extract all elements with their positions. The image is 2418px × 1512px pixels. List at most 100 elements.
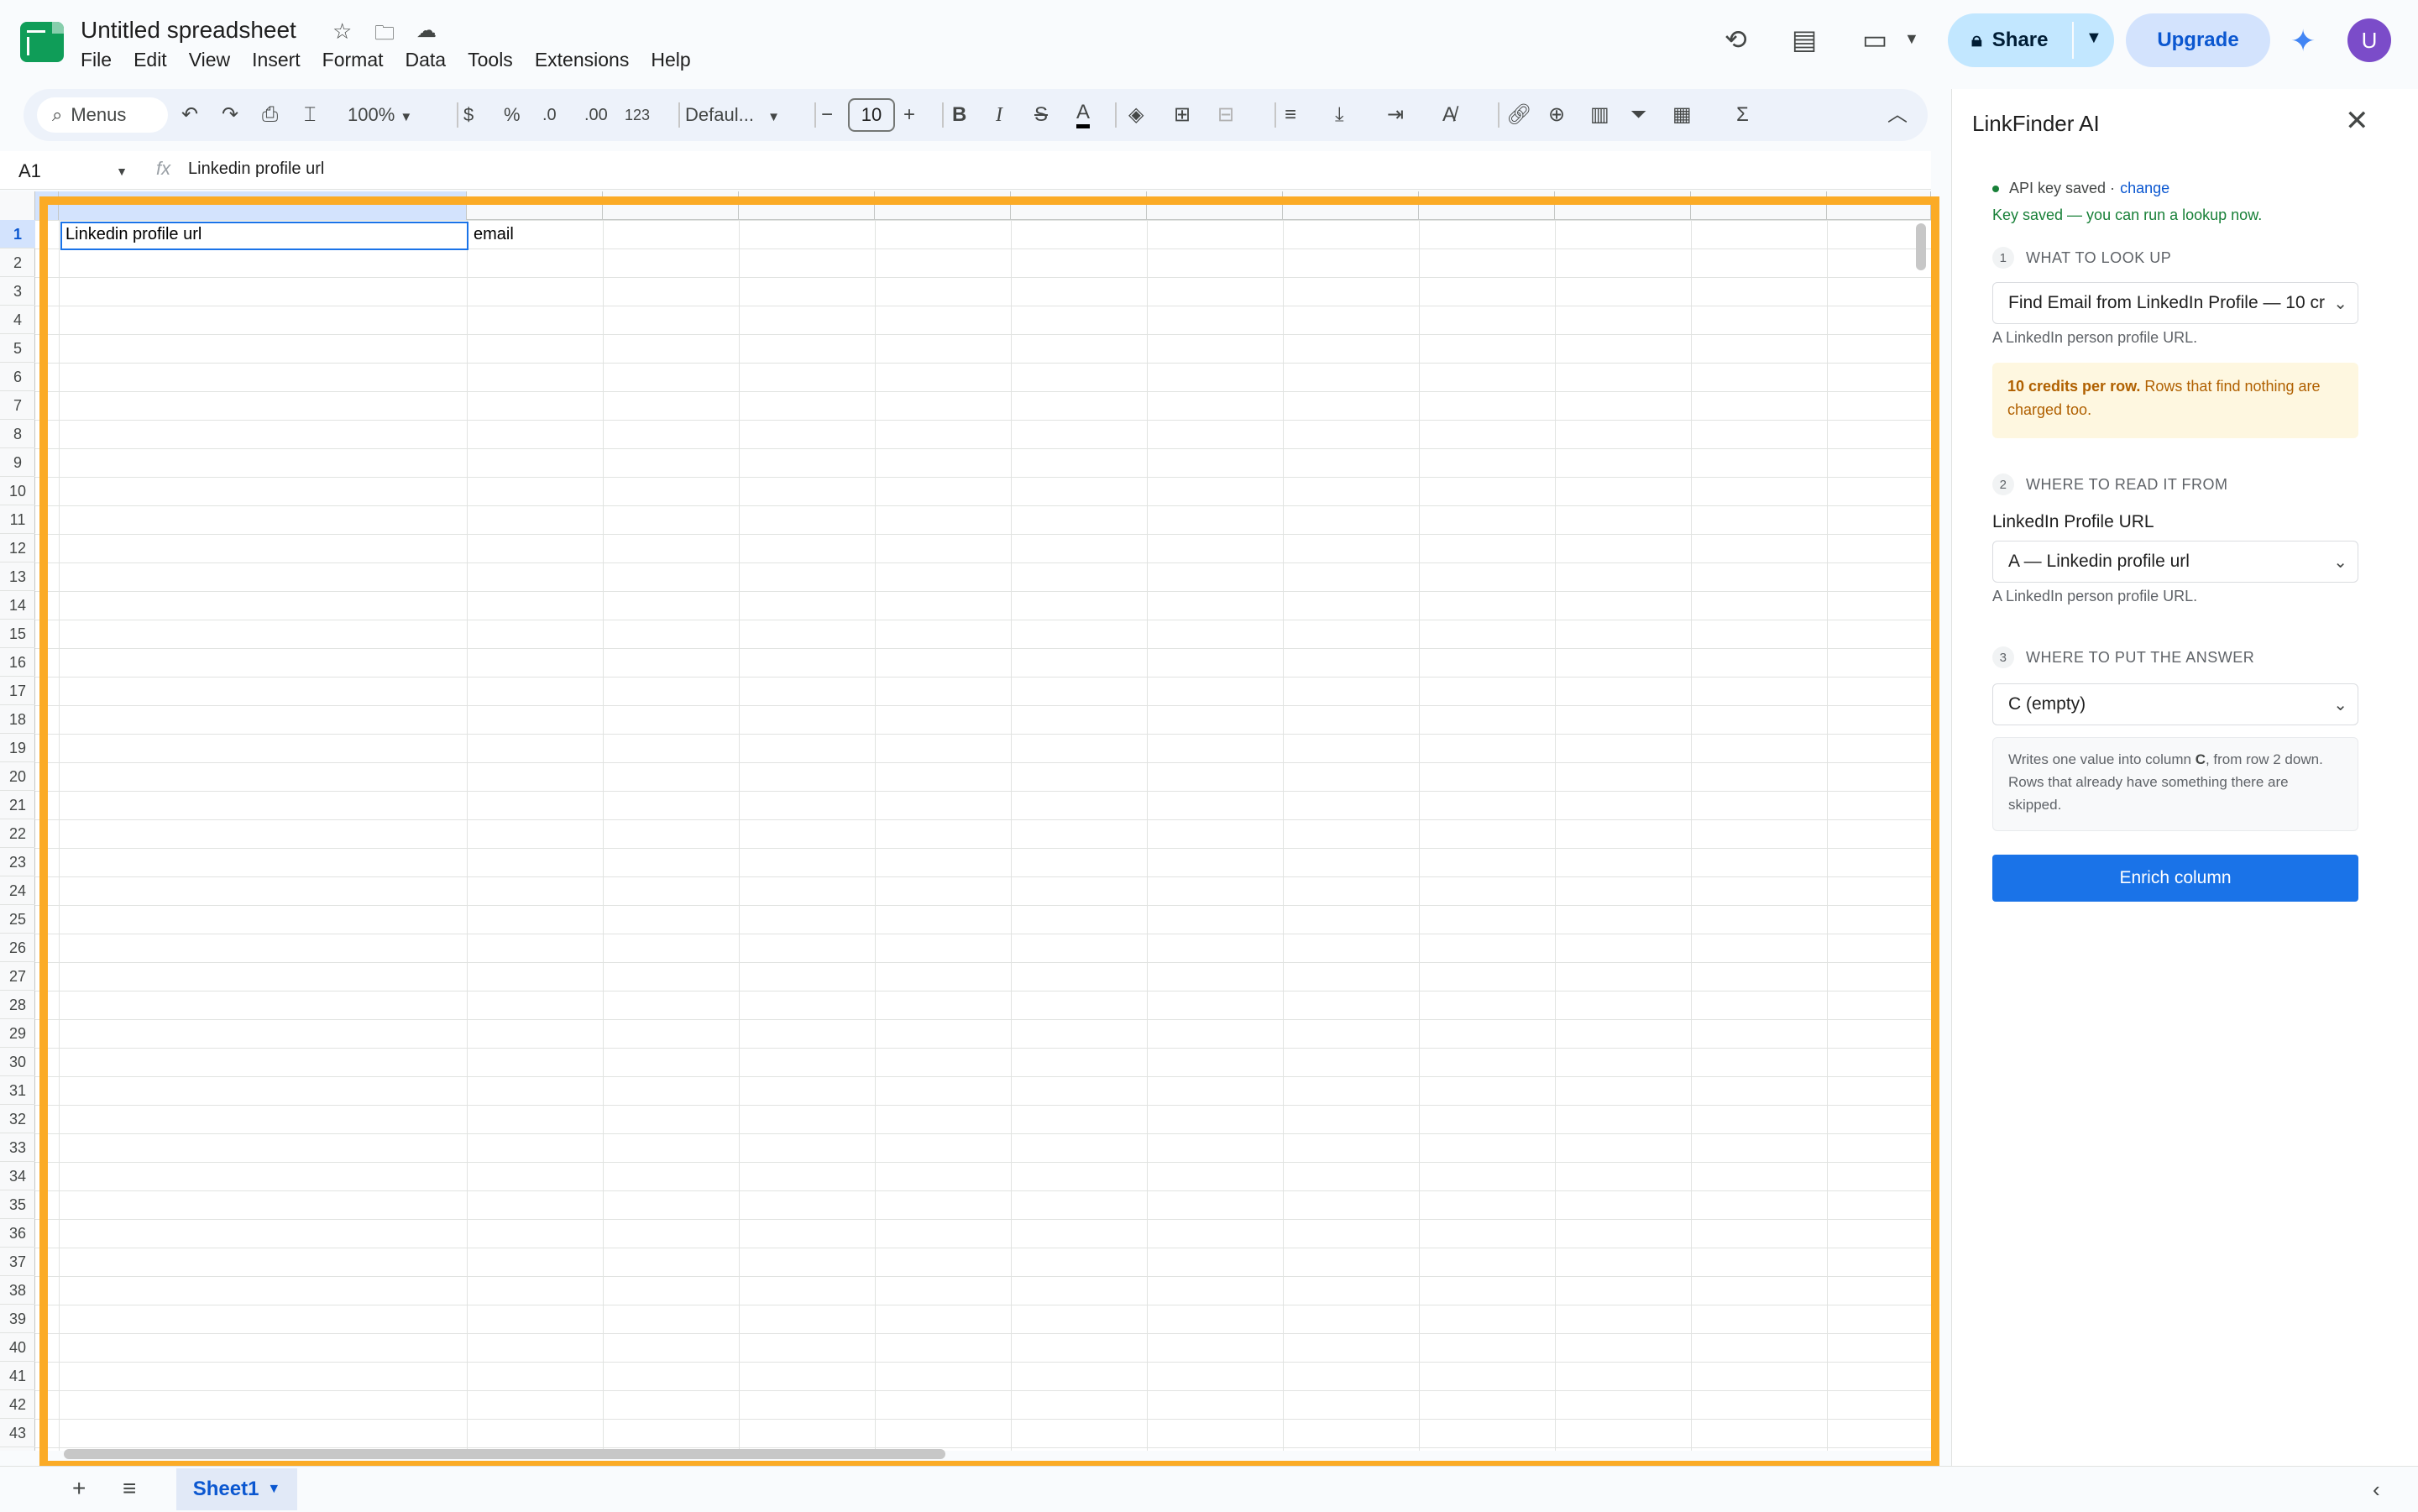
bold-icon[interactable]: B — [952, 101, 966, 129]
row-header[interactable]: 31 — [0, 1076, 35, 1105]
star-icon[interactable]: ☆ — [332, 18, 352, 44]
column-header-b[interactable] — [467, 191, 603, 220]
row-header[interactable]: 25 — [0, 905, 35, 934]
enrich-column-button[interactable]: Enrich column — [1992, 855, 2358, 902]
document-title[interactable]: Untitled spreadsheet — [81, 17, 296, 44]
column-header-i[interactable] — [1419, 191, 1555, 220]
print-icon[interactable]: ⎙ — [262, 101, 278, 129]
select-all-corner[interactable] — [35, 191, 59, 220]
change-api-key-link[interactable]: change — [2120, 180, 2169, 197]
row-header[interactable]: 10 — [0, 477, 35, 505]
row-header[interactable]: 22 — [0, 819, 35, 848]
vertical-align-icon[interactable]: ⤓ — [1335, 101, 1344, 129]
row-header[interactable]: 7 — [0, 391, 35, 420]
menus-search[interactable]: ⌕ Menus — [37, 97, 168, 133]
spreadsheet-grid[interactable]: 1 2 3 4 5 6 7 8 9 10 11 12 13 14 15 16 17 18 19 20 21 22 23 24 2… — [0, 191, 1931, 1451]
filter-icon[interactable]: ⏷ — [1630, 101, 1646, 129]
row-header[interactable]: 42 — [0, 1390, 35, 1419]
row-header[interactable]: 19 — [0, 734, 35, 762]
row-header[interactable]: 11 — [0, 505, 35, 534]
meet-dropdown-icon[interactable]: ▼ — [1904, 30, 1919, 48]
source-column-select[interactable]: A — Linkedin profile url ⌄ — [1992, 541, 2358, 583]
cell-b1[interactable]: email — [474, 222, 514, 247]
merge-cells-icon[interactable]: ⊟ — [1217, 101, 1234, 129]
add-sheet-icon[interactable]: + — [72, 1475, 86, 1502]
undo-icon[interactable]: ↶ — [181, 101, 198, 129]
insert-comment-icon[interactable]: ⊕ — [1548, 101, 1565, 129]
insert-chart-icon[interactable]: ▥ — [1590, 101, 1609, 129]
decrease-font-size-icon[interactable]: − — [821, 101, 833, 129]
menu-format[interactable]: Format — [322, 49, 384, 71]
row-header[interactable]: 8 — [0, 420, 35, 448]
italic-icon[interactable]: I — [996, 101, 1002, 129]
row-header[interactable]: 26 — [0, 934, 35, 962]
menu-extensions[interactable]: Extensions — [535, 49, 630, 71]
close-icon[interactable]: ✕ — [2345, 104, 2369, 138]
menu-help[interactable]: Help — [651, 49, 690, 71]
row-header[interactable]: 16 — [0, 648, 35, 677]
row-header[interactable]: 21 — [0, 791, 35, 819]
row-header[interactable]: 40 — [0, 1333, 35, 1362]
collapse-toolbar-icon[interactable]: ︿ — [1887, 101, 1908, 129]
row-header[interactable]: 2 — [0, 249, 35, 277]
row-header[interactable]: 28 — [0, 991, 35, 1019]
meet-icon[interactable]: ▭ — [1862, 24, 1887, 55]
collapse-side-panel-icon[interactable]: ‹ — [2373, 1477, 2380, 1503]
row-header[interactable]: 41 — [0, 1362, 35, 1390]
all-sheets-icon[interactable]: ≡ — [123, 1475, 136, 1502]
strikethrough-icon[interactable]: S — [1034, 101, 1048, 129]
column-header-j[interactable] — [1555, 191, 1691, 220]
row-header[interactable]: 1 — [0, 220, 35, 249]
column-header-e[interactable] — [875, 191, 1011, 220]
menu-edit[interactable]: Edit — [133, 49, 167, 71]
sheet-tab-caret-icon[interactable]: ▼ — [267, 1482, 280, 1497]
column-header-d[interactable] — [739, 191, 875, 220]
row-header[interactable]: 39 — [0, 1305, 35, 1333]
currency-button[interactable]: $ — [463, 101, 474, 129]
column-header-l[interactable] — [1827, 191, 1931, 220]
filter-views-icon[interactable]: ▦ — [1672, 101, 1692, 129]
insert-link-icon[interactable]: 🔗︎ — [1506, 101, 1531, 129]
sheets-logo-icon[interactable] — [20, 22, 64, 62]
menu-tools[interactable]: Tools — [468, 49, 513, 71]
row-header[interactable]: 35 — [0, 1190, 35, 1219]
font-size-input[interactable]: 10 — [848, 98, 895, 132]
row-header[interactable]: 38 — [0, 1276, 35, 1305]
horizontal-align-icon[interactable]: ≡ — [1285, 101, 1296, 129]
cell-area[interactable]: Linkedin profile url email — [35, 220, 1931, 1451]
upgrade-button[interactable]: Upgrade — [2126, 13, 2270, 67]
zoom-select[interactable]: 100% ▼ — [348, 101, 412, 132]
row-header[interactable]: 17 — [0, 677, 35, 705]
row-header[interactable]: 20 — [0, 762, 35, 791]
row-header[interactable]: 43 — [0, 1419, 35, 1447]
row-header[interactable]: 13 — [0, 562, 35, 591]
text-rotation-icon[interactable]: A̸ — [1442, 101, 1456, 129]
column-header-g[interactable] — [1147, 191, 1283, 220]
avatar[interactable]: U — [2347, 18, 2391, 62]
column-header-k[interactable] — [1691, 191, 1827, 220]
row-header[interactable]: 27 — [0, 962, 35, 991]
menu-file[interactable]: File — [81, 49, 112, 71]
row-header[interactable]: 4 — [0, 306, 35, 334]
gemini-icon[interactable]: ✦ — [2290, 24, 2316, 59]
column-header-f[interactable] — [1011, 191, 1147, 220]
comments-icon[interactable]: ▤ — [1792, 24, 1817, 55]
row-header[interactable]: 30 — [0, 1048, 35, 1076]
vertical-scrollbar[interactable] — [1916, 223, 1926, 270]
decrease-decimal-button[interactable]: .0 — [542, 101, 557, 129]
row-header[interactable]: 36 — [0, 1219, 35, 1248]
row-header[interactable]: 24 — [0, 876, 35, 905]
cloud-status-icon[interactable]: ☁ — [416, 18, 437, 43]
share-dropdown-icon[interactable]: ▼ — [2086, 29, 2102, 48]
row-header[interactable]: 9 — [0, 448, 35, 477]
share-button[interactable]: 🔒︎ Share ▼ — [1948, 13, 2114, 67]
row-header[interactable]: 6 — [0, 363, 35, 391]
row-header[interactable]: 37 — [0, 1248, 35, 1276]
percent-button[interactable]: % — [504, 101, 521, 129]
row-header[interactable]: 18 — [0, 705, 35, 734]
name-box[interactable]: A1 ▼ — [18, 158, 128, 185]
fill-color-icon[interactable]: ◈ — [1128, 101, 1144, 129]
row-header[interactable]: 32 — [0, 1105, 35, 1133]
sheet-tab-sheet1[interactable]: Sheet1 ▼ — [176, 1468, 297, 1510]
menu-insert[interactable]: Insert — [252, 49, 301, 71]
